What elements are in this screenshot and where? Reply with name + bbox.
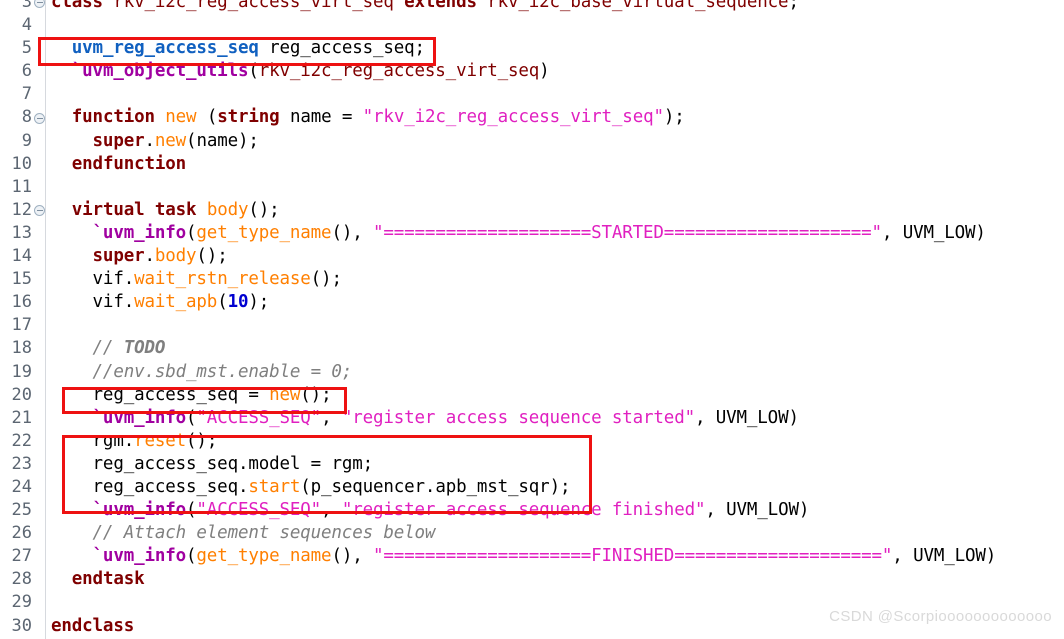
code-line[interactable]: `uvm_info("ACCESS_SEQ", "register access… xyxy=(47,499,1064,522)
code-content[interactable]: class rkv_i2c_reg_access_virt_seq extend… xyxy=(47,0,1064,638)
csdn-watermark: CSDN @Scorpiooooooooooooo xyxy=(829,608,1052,625)
line-number: 7 xyxy=(21,84,32,105)
line-number: 28 xyxy=(11,569,32,590)
line-number: 20 xyxy=(11,384,32,405)
line-number: 24 xyxy=(11,476,32,497)
line-number: 26 xyxy=(11,523,32,544)
line-number: 15 xyxy=(11,269,32,290)
line-number: 19 xyxy=(11,361,32,382)
line-number: 29 xyxy=(11,592,32,613)
code-line[interactable]: reg_access_seq = new(); xyxy=(47,384,1064,407)
code-line[interactable]: endtask xyxy=(47,568,1064,591)
code-line[interactable]: `uvm_info(get_type_name(), "============… xyxy=(47,545,1064,568)
code-line[interactable]: vif.wait_apb(10); xyxy=(47,291,1064,314)
fold-collapse-icon[interactable] xyxy=(34,0,45,9)
line-number: 12 xyxy=(0,199,46,222)
code-line[interactable]: super.body(); xyxy=(47,245,1064,268)
code-line[interactable] xyxy=(47,14,1064,37)
code-line[interactable]: // TODO xyxy=(47,337,1064,360)
code-editor[interactable]: 3 4 5 6 7 8 9 10 11 12 13 14 15 16 17 18 19 20 21 22 23 24 25 2… xyxy=(0,0,1064,639)
line-number: 27 xyxy=(11,546,32,567)
line-number-gutter[interactable]: 3 4 5 6 7 8 9 10 11 12 13 14 15 16 17 18 19 20 21 22 23 24 25 2… xyxy=(0,0,46,639)
code-line[interactable]: //env.sbd_mst.enable = 0; xyxy=(47,361,1064,384)
line-number: 18 xyxy=(11,338,32,359)
code-line[interactable]: reg_access_seq.model = rgm; xyxy=(47,453,1064,476)
code-line[interactable]: // Attach element sequences below xyxy=(47,522,1064,545)
code-line[interactable]: class rkv_i2c_reg_access_virt_seq extend… xyxy=(47,0,1064,14)
code-line[interactable] xyxy=(47,176,1064,199)
code-line[interactable]: reg_access_seq.start(p_sequencer.apb_mst… xyxy=(47,476,1064,499)
line-number: 16 xyxy=(11,292,32,313)
line-number: 14 xyxy=(11,246,32,267)
line-number: 23 xyxy=(11,453,32,474)
code-line[interactable]: super.new(name); xyxy=(47,130,1064,153)
code-line[interactable]: virtual task body(); xyxy=(47,199,1064,222)
code-line[interactable]: `uvm_object_utils(rkv_i2c_reg_access_vir… xyxy=(47,60,1064,83)
line-number: 30 xyxy=(11,615,32,636)
line-number: 22 xyxy=(11,430,32,451)
fold-collapse-icon[interactable] xyxy=(34,204,45,216)
line-number: 8 xyxy=(0,106,46,129)
code-line[interactable]: uvm_reg_access_seq reg_access_seq; xyxy=(47,37,1064,60)
line-number: 21 xyxy=(11,407,32,428)
line-number: 25 xyxy=(11,500,32,521)
fold-collapse-icon[interactable] xyxy=(34,112,45,124)
line-number: 4 xyxy=(21,15,32,36)
code-line[interactable] xyxy=(47,314,1064,337)
code-line[interactable]: rgm.reset(); xyxy=(47,430,1064,453)
line-number: 6 xyxy=(21,61,32,82)
line-number: 11 xyxy=(11,176,32,197)
line-number: 10 xyxy=(11,153,32,174)
code-line[interactable]: `uvm_info("ACCESS_SEQ", "register access… xyxy=(47,407,1064,430)
code-line[interactable] xyxy=(47,83,1064,106)
line-number: 13 xyxy=(11,222,32,243)
line-number: 3 xyxy=(0,0,46,14)
line-number: 9 xyxy=(21,130,32,151)
code-line[interactable]: vif.wait_rstn_release(); xyxy=(47,268,1064,291)
code-line[interactable]: function new (string name = "rkv_i2c_reg… xyxy=(47,106,1064,129)
code-line[interactable]: endfunction xyxy=(47,153,1064,176)
line-number: 17 xyxy=(11,315,32,336)
line-number: 5 xyxy=(21,38,32,59)
code-line[interactable]: `uvm_info(get_type_name(), "============… xyxy=(47,222,1064,245)
